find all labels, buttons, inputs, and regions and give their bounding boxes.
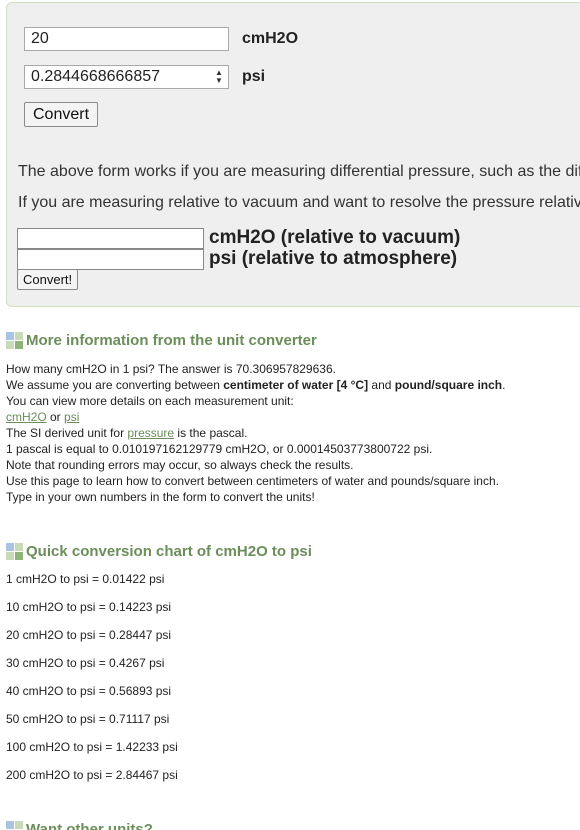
- psi-output-field[interactable]: ▲ ▼: [24, 65, 229, 89]
- unit-to-name: pound/square inch: [394, 378, 503, 392]
- vacuum-note: If you are measuring relative to vacuum …: [18, 194, 580, 211]
- cmh2o-unit-label: cmH2O: [242, 30, 299, 47]
- pressure-link[interactable]: pressure: [127, 426, 174, 440]
- unit-from-name: centimeter of water [4 °C]: [223, 378, 369, 392]
- answer-line: How many cmH2O in 1 psi? The answer is 7…: [6, 362, 336, 376]
- info-heading: More information from the unit converter: [6, 332, 317, 349]
- si-unit-line: The SI derived unit for pressure is the …: [6, 425, 505, 441]
- chart-row: 20 cmH2O to psi = 0.28447 psi: [6, 628, 172, 642]
- chart-row: 100 cmH2O to psi = 1.42233 psi: [6, 740, 178, 754]
- info-heading-text: More information from the unit converter: [26, 332, 317, 349]
- vacuum-cmh2o-label: cmH2O (relative to vacuum): [209, 227, 461, 248]
- atmosphere-row: psi (relative to atmosphere): [17, 248, 457, 270]
- or-text: or: [46, 410, 65, 424]
- input-row: cmH2O: [24, 27, 298, 51]
- chart-heading: Quick conversion chart of cmH2O to psi: [6, 543, 312, 560]
- psi-unit-label: psi: [242, 68, 266, 85]
- differential-note: The above form works if you are measurin…: [18, 163, 580, 180]
- spinner-icon[interactable]: ▲ ▼: [214, 69, 224, 85]
- pascal-line: 1 pascal is equal to 0.010197162129779 c…: [6, 442, 433, 456]
- convert-relative-button[interactable]: Convert!: [17, 269, 79, 290]
- si-text: The SI derived unit for: [6, 426, 128, 440]
- assumption-line: We assume you are converting between cen…: [6, 377, 505, 393]
- pascal-text: is the pascal.: [174, 426, 248, 440]
- chart-row: 50 cmH2O to psi = 0.71117 psi: [6, 712, 170, 726]
- psi-link[interactable]: psi: [64, 410, 79, 424]
- vacuum-cmh2o-input[interactable]: [17, 227, 204, 249]
- psi-output-input[interactable]: [25, 66, 217, 88]
- cmh2o-input[interactable]: [24, 27, 229, 51]
- output-row: ▲ ▼ psi: [24, 65, 265, 89]
- period-text: .: [502, 378, 506, 392]
- cmh2o-link[interactable]: cmH2O: [6, 410, 47, 424]
- atmosphere-psi-input[interactable]: [17, 248, 204, 270]
- convert-button[interactable]: Convert: [24, 102, 99, 127]
- other-units-heading-text: Want other units?: [26, 821, 153, 830]
- type-line: Type in your own numbers in the form to …: [6, 490, 315, 504]
- chart-heading-text: Quick conversion chart of cmH2O to psi: [26, 543, 312, 560]
- and-text: and: [368, 378, 395, 392]
- details-line: You can view more details on each measur…: [6, 394, 294, 408]
- chart-row: 10 cmH2O to psi = 0.14223 psi: [6, 600, 172, 614]
- usage-line: Use this page to learn how to convert be…: [6, 474, 499, 488]
- assumption-text: We assume you are converting between: [6, 378, 224, 392]
- conversion-chart: 1 cmH2O to psi = 0.01422 psi 10 cmH2O to…: [6, 572, 178, 796]
- other-units-heading: Want other units?: [6, 821, 153, 830]
- converter-form: cmH2O ▲ ▼ psi Convert The above form wor…: [6, 2, 580, 307]
- grid-bullet-icon: [6, 543, 23, 560]
- chart-row: 40 cmH2O to psi = 0.56893 psi: [6, 684, 172, 698]
- grid-bullet-icon: [6, 332, 23, 349]
- spinner-down-icon[interactable]: ▼: [215, 77, 223, 85]
- rounding-line: Note that rounding errors may occur, so …: [6, 458, 354, 472]
- chart-row: 1 cmH2O to psi = 0.01422 psi: [6, 572, 165, 586]
- page: cmH2O ▲ ▼ psi Convert The above form wor…: [0, 0, 580, 830]
- vacuum-row: cmH2O (relative to vacuum): [17, 227, 460, 249]
- info-block: How many cmH2O in 1 psi? The answer is 7…: [6, 361, 505, 505]
- grid-bullet-icon: [6, 821, 23, 830]
- chart-row: 200 cmH2O to psi = 2.84467 psi: [6, 768, 178, 782]
- unit-links-line: cmH2O or psi: [6, 409, 505, 425]
- atmosphere-psi-label: psi (relative to atmosphere): [209, 248, 458, 269]
- chart-row: 30 cmH2O to psi = 0.4267 psi: [6, 656, 165, 670]
